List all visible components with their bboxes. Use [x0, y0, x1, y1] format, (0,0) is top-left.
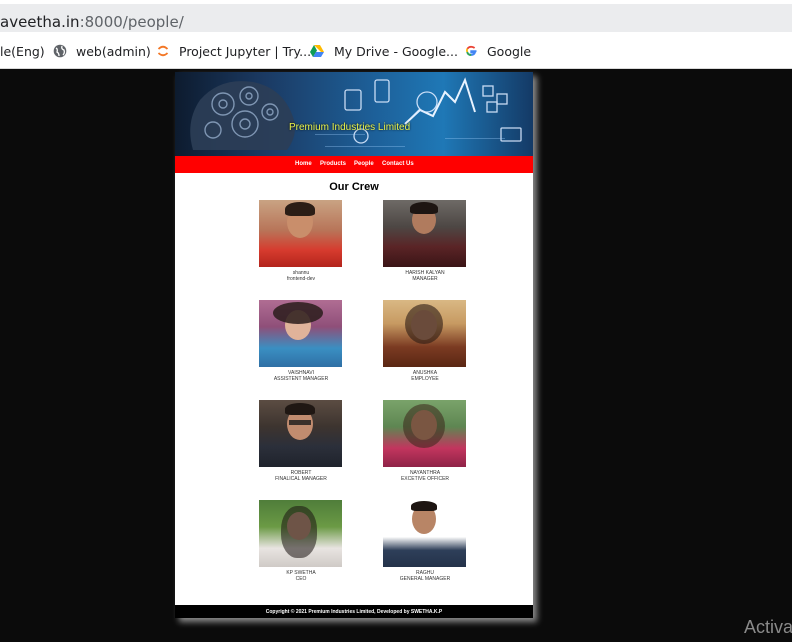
bookmark-web-admin[interactable]: web(admin): [53, 42, 151, 60]
bookmark-label: My Drive - Google...: [334, 43, 458, 59]
person-photo: [383, 500, 466, 567]
bookmark-my-drive[interactable]: My Drive - Google...: [309, 42, 458, 60]
crew-card: HARISH KALYAN MANAGER: [383, 200, 467, 282]
person-role: EXCETIVE OFFICER: [400, 476, 450, 482]
jupyter-icon: [157, 45, 169, 57]
crew-card: KP SWETHA CEO: [259, 500, 343, 582]
person-role: CEO: [295, 576, 307, 582]
person-photo: [259, 400, 342, 467]
bookmark-label: web(admin): [76, 43, 151, 59]
crew-card: ANUSHKA EMPLOYEE: [383, 300, 467, 382]
header-banner: Premium Industries Limited: [175, 72, 533, 156]
site-navbar: Home Products People Contact Us: [175, 156, 533, 173]
company-name: Premium Industries Limited: [289, 122, 411, 133]
bookmark-label: le(Eng): [0, 43, 45, 59]
url-host: aveetha.in: [0, 13, 80, 31]
banner-graphic: [190, 77, 522, 150]
person-photo: [383, 300, 466, 367]
nav-people[interactable]: People: [354, 161, 374, 167]
person-photo: [259, 200, 342, 267]
crew-card: NAYANTHRA EXCETIVE OFFICER: [383, 400, 467, 482]
bookmark-eng[interactable]: le(Eng): [0, 42, 45, 60]
crew-card: VAISHNAVI ASSISTENT MANAGER: [259, 300, 343, 382]
bookmark-label: Project Jupyter | Try...: [179, 43, 312, 59]
person-role: MANAGER: [412, 276, 438, 282]
url-text[interactable]: aveetha.in:8000/people/: [0, 13, 184, 31]
person-role: GENERAL MANAGER: [399, 576, 451, 582]
person-photo: [383, 400, 466, 467]
copyright-text: Copyright © 2021 Premium Industries Limi…: [265, 609, 443, 615]
crew-card: ROBERT FINALICAL MANAGER: [259, 400, 343, 482]
person-role: EMPLOYEE: [411, 376, 439, 382]
google-drive-icon: [310, 45, 324, 57]
person-photo: [383, 200, 466, 267]
bookmark-google[interactable]: Google: [464, 42, 531, 60]
bookmarks-bar: le(Eng) web(admin) Project Jupyter | Try…: [0, 34, 792, 69]
url-field[interactable]: aveetha.in:8000/people/: [0, 4, 792, 32]
person-role: ASSISTENT MANAGER: [273, 376, 329, 382]
section-title: Our Crew: [329, 181, 379, 193]
person-photo: [259, 500, 342, 567]
nav-products[interactable]: Products: [320, 161, 346, 167]
google-icon: [466, 45, 477, 56]
nav-contact-us[interactable]: Contact Us: [382, 161, 414, 167]
browser-address-bar: aveetha.in:8000/people/: [0, 0, 792, 34]
person-photo: [259, 300, 342, 367]
web-page: Premium Industries Limited Home Products…: [175, 72, 533, 618]
activate-windows-watermark: Activa: [744, 617, 792, 637]
nav-home[interactable]: Home: [295, 161, 312, 167]
crew-card: shannu frontend-dev: [259, 200, 343, 282]
person-role: FINALICAL MANAGER: [275, 476, 327, 482]
bookmark-jupyter[interactable]: Project Jupyter | Try...: [156, 42, 311, 60]
site-footer: Copyright © 2021 Premium Industries Limi…: [175, 605, 533, 618]
url-path: :8000/people/: [79, 13, 184, 31]
bookmark-label: Google: [487, 43, 532, 59]
crew-card: RAGHU GENERAL MANAGER: [383, 500, 467, 582]
person-role: frontend-dev: [286, 276, 316, 282]
globe-icon: [53, 44, 67, 58]
